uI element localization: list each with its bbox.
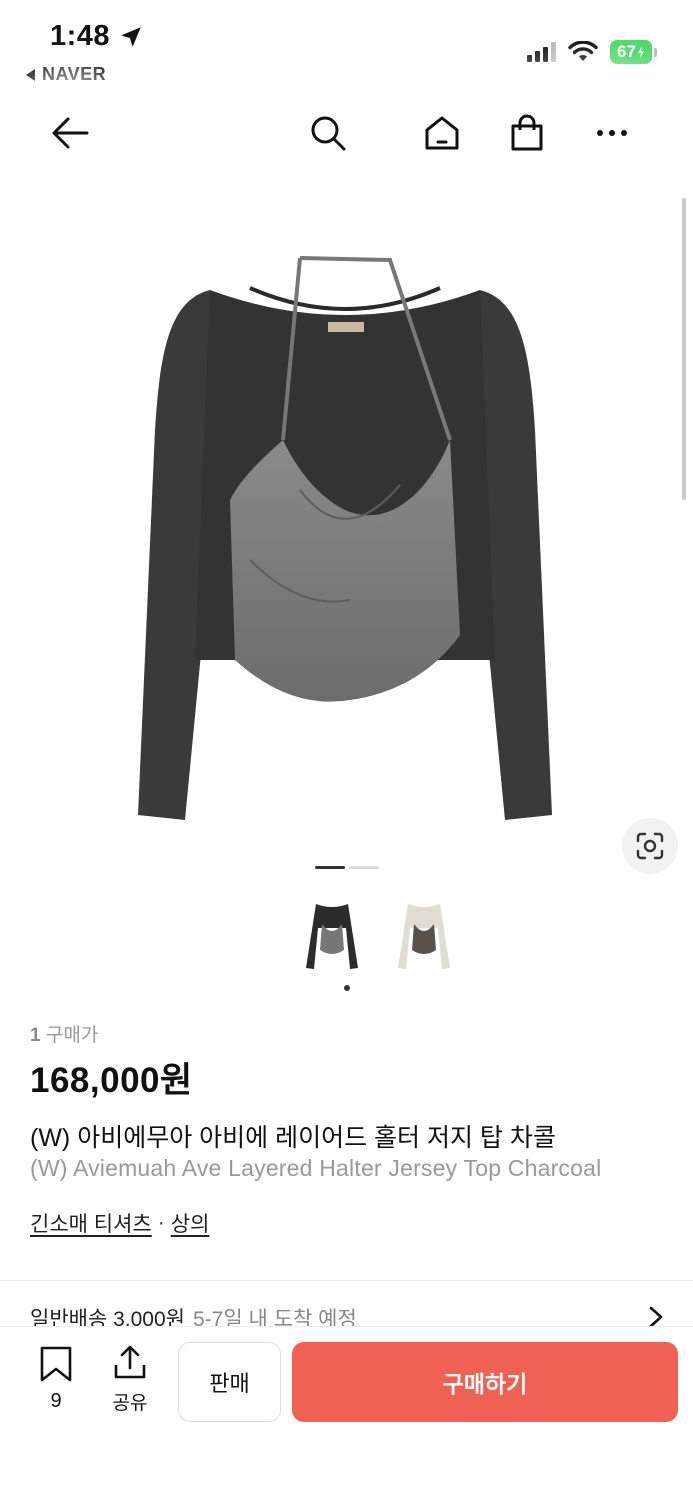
- image-search-button[interactable]: [622, 818, 678, 874]
- thumbnail-selected-dot: [344, 985, 350, 991]
- back-button[interactable]: [29, 92, 111, 174]
- status-time: 1:48: [50, 20, 144, 53]
- image-pager: [315, 866, 379, 869]
- search-button[interactable]: [287, 92, 369, 174]
- bookmark-icon: [40, 1346, 72, 1382]
- scroll-indicator[interactable]: [682, 198, 686, 500]
- battery-icon: 67: [610, 40, 657, 64]
- product-title-korean: (W) 아비에무아 아비에 레이어드 홀터 저지 탑 차콜: [30, 1124, 556, 1152]
- status-indicators: 67: [527, 40, 657, 64]
- product-title-english: (W) Aviemuah Ave Layered Halter Jersey T…: [30, 1155, 602, 1181]
- thumbnail-charcoal[interactable]: [300, 895, 364, 977]
- nav-action-group: [390, 92, 664, 174]
- breadcrumb-separator: ·: [157, 1211, 165, 1234]
- pager-dot: [349, 866, 379, 869]
- bookmark-count: 9: [50, 1390, 62, 1412]
- thumbnail-cream[interactable]: [392, 895, 456, 977]
- wifi-icon: [568, 41, 598, 61]
- thumbnail-list: [300, 895, 456, 977]
- section-divider: [0, 1280, 693, 1281]
- back-app-label: NAVER: [42, 64, 107, 84]
- purchase-label: 구매가: [45, 1025, 99, 1046]
- more-icon: [596, 130, 627, 136]
- more-button[interactable]: [577, 98, 647, 168]
- share-button[interactable]: 공유: [105, 1343, 155, 1415]
- sell-button[interactable]: 판매: [178, 1342, 281, 1422]
- lens-scan-icon: [636, 832, 664, 860]
- status-time-text: 1:48: [50, 20, 111, 52]
- back-to-app[interactable]: NAVER: [24, 64, 106, 85]
- search-icon: [311, 116, 346, 151]
- purchase-count: 1: [30, 1025, 41, 1046]
- back-arrow-icon: [52, 117, 89, 149]
- shopping-bag-icon: [511, 114, 543, 151]
- home-icon: [425, 116, 459, 150]
- parent-category-link[interactable]: 상의: [171, 1208, 210, 1238]
- buy-button[interactable]: 구매하기: [292, 1342, 678, 1422]
- product-price: 168,000원: [30, 1061, 193, 1100]
- category-breadcrumb: 긴소매 티셔츠 · 상의: [30, 1208, 209, 1238]
- product-image[interactable]: [100, 230, 590, 840]
- share-icon: [114, 1345, 146, 1379]
- location-arrow-icon: [121, 26, 141, 47]
- home-button[interactable]: [407, 98, 477, 168]
- bookmark-button[interactable]: 9: [33, 1345, 79, 1413]
- pager-dot-active: [315, 866, 345, 869]
- cart-button[interactable]: [492, 98, 562, 168]
- category-link[interactable]: 긴소매 티셔츠: [30, 1208, 152, 1238]
- back-triangle-icon: [26, 68, 35, 81]
- share-label: 공유: [112, 1393, 148, 1414]
- battery-level: 67: [617, 42, 636, 61]
- purchase-price-label: 1 구매가: [30, 1020, 98, 1047]
- cellular-signal-icon: [527, 42, 556, 62]
